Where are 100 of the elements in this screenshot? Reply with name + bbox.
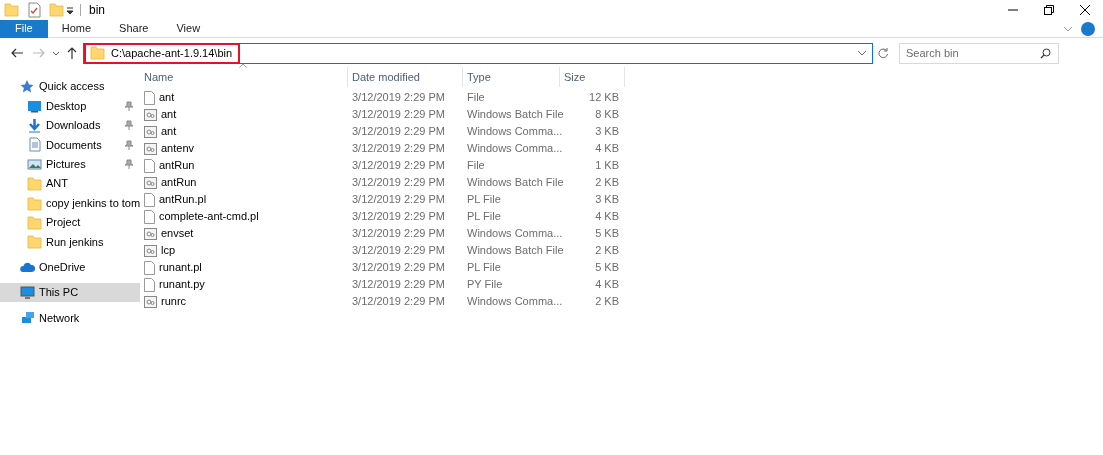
date-cell-text: 3/12/2019 2:29 PM (351, 158, 446, 174)
script-file-icon (144, 107, 157, 122)
file-name[interactable]: ant (161, 106, 177, 123)
document-icon (27, 137, 42, 153)
search-field[interactable]: Search bin (899, 42, 1059, 64)
date-cell-text: 3/12/2019 2:29 PM (351, 141, 446, 157)
ribbon-tab[interactable]: File (0, 19, 48, 38)
sidebar-item[interactable]: Project (0, 212, 140, 233)
picture-icon (27, 156, 42, 172)
date-cell-text: 3/12/2019 2:29 PM (351, 226, 446, 242)
file-name[interactable]: antenv (161, 140, 195, 157)
window-title: bin (89, 2, 105, 19)
close-icon (1080, 5, 1090, 15)
column-header[interactable]: Type (463, 67, 560, 87)
sidebar-item[interactable]: Run jenkins (0, 232, 140, 252)
sidebar-item[interactable]: Quick access (0, 77, 140, 97)
sidebar-item[interactable]: This PC (0, 282, 140, 303)
sidebar-item[interactable]: Network (0, 308, 140, 328)
file-icon (144, 209, 155, 224)
address-bar[interactable]: C:\apache-ant-1.9.14\bin (83, 42, 873, 64)
script-file-icon (144, 226, 157, 241)
size-cell-text: 5 KB (594, 226, 620, 242)
file-name[interactable]: antRun (161, 174, 197, 191)
star-icon (20, 79, 35, 95)
dropdown-icon[interactable] (857, 49, 867, 57)
type-cell-text: Windows Comma... (466, 124, 560, 140)
file-name[interactable]: runant.py (159, 276, 205, 293)
download-arrow-icon (27, 117, 42, 133)
file-name[interactable]: lcp (161, 242, 176, 259)
type-cell-text: PY File (466, 277, 504, 293)
folder-icon (27, 214, 42, 230)
column-header[interactable]: Size (560, 67, 625, 87)
size-cell-text: 5 KB (594, 260, 620, 276)
sidebar-item[interactable]: Pictures (0, 154, 140, 174)
date-cell-text: 3/12/2019 2:29 PM (351, 124, 446, 140)
type-cell-text: File (466, 90, 486, 106)
date-cell-text: 3/12/2019 2:29 PM (351, 175, 446, 191)
file-name[interactable]: ant (161, 123, 177, 140)
monitor-icon (20, 285, 35, 301)
size-cell-text: 4 KB (594, 209, 620, 225)
ribbon-tab[interactable]: View (162, 19, 215, 38)
type-cell-text: Windows Comma... (466, 226, 560, 242)
pin-icon[interactable] (124, 120, 134, 131)
folder-icon (27, 176, 42, 192)
size-cell-text: 12 KB (588, 90, 620, 106)
script-file-icon (144, 141, 157, 156)
script-file-icon (144, 124, 157, 139)
file-name[interactable]: ant (159, 89, 175, 106)
dropdown-icon[interactable] (52, 49, 60, 57)
file-name[interactable]: envset (161, 225, 194, 242)
search-icon (1040, 47, 1051, 59)
sidebar-item[interactable]: ANT (0, 173, 140, 194)
column-header[interactable]: Date modified (348, 67, 463, 87)
size-cell-text: 3 KB (594, 192, 620, 208)
file-name[interactable]: antRun.pl (159, 191, 207, 208)
file-icon (144, 260, 155, 275)
type-cell-text: PL File (466, 209, 502, 225)
file-icon (144, 277, 155, 292)
script-file-icon (144, 243, 157, 258)
ribbon-tab[interactable]: Home (47, 19, 106, 38)
chevron-icon[interactable] (1063, 24, 1073, 33)
date-cell-text: 3/12/2019 2:29 PM (351, 192, 446, 208)
network-icon (20, 310, 35, 326)
pin-icon[interactable] (124, 139, 134, 150)
sidebar-item[interactable]: OneDrive (0, 257, 140, 277)
date-cell-text: 3/12/2019 2:29 PM (351, 90, 446, 106)
pin-icon[interactable] (124, 159, 134, 170)
size-cell-text: 4 KB (594, 141, 620, 157)
file-icon (144, 192, 155, 207)
file-name[interactable]: runant.pl (159, 259, 202, 276)
desktop-icon (27, 98, 42, 114)
size-cell-text: 1 KB (594, 158, 620, 174)
file-icon (144, 90, 155, 105)
date-cell-text: 3/12/2019 2:29 PM (351, 107, 446, 123)
script-file-icon (144, 294, 157, 309)
type-cell-text: PL File (466, 260, 502, 276)
sidebar-item[interactable]: copy jenkins to tom (0, 193, 140, 213)
type-cell-text: File (466, 158, 486, 174)
type-cell-text: Windows Comma... (466, 141, 560, 157)
folder-icon (90, 45, 105, 61)
ribbon-tab[interactable]: Share (105, 19, 163, 38)
file-name[interactable]: complete-ant-cmd.pl (159, 208, 259, 225)
size-cell-text: 2 KB (594, 294, 620, 310)
back-arrow-icon[interactable] (10, 47, 24, 59)
refresh-icon[interactable] (877, 47, 889, 59)
column-header[interactable]: Name (140, 67, 348, 87)
sidebar-item[interactable]: Downloads (0, 115, 140, 136)
date-cell-text: 3/12/2019 2:29 PM (351, 209, 446, 225)
type-cell-text: Windows Comma... (466, 294, 560, 310)
script-file-icon (144, 175, 157, 190)
properties-icon[interactable] (27, 2, 41, 18)
sidebar-item[interactable]: Desktop (0, 96, 140, 116)
file-name[interactable]: runrc (161, 293, 187, 310)
folder-icon (27, 195, 42, 211)
date-cell-text: 3/12/2019 2:29 PM (351, 243, 446, 259)
up-arrow-icon[interactable] (66, 46, 78, 60)
size-cell-text: 3 KB (594, 124, 620, 140)
pin-icon[interactable] (124, 101, 134, 112)
sidebar-item[interactable]: Documents (0, 135, 140, 155)
file-name[interactable]: antRun (159, 157, 195, 174)
